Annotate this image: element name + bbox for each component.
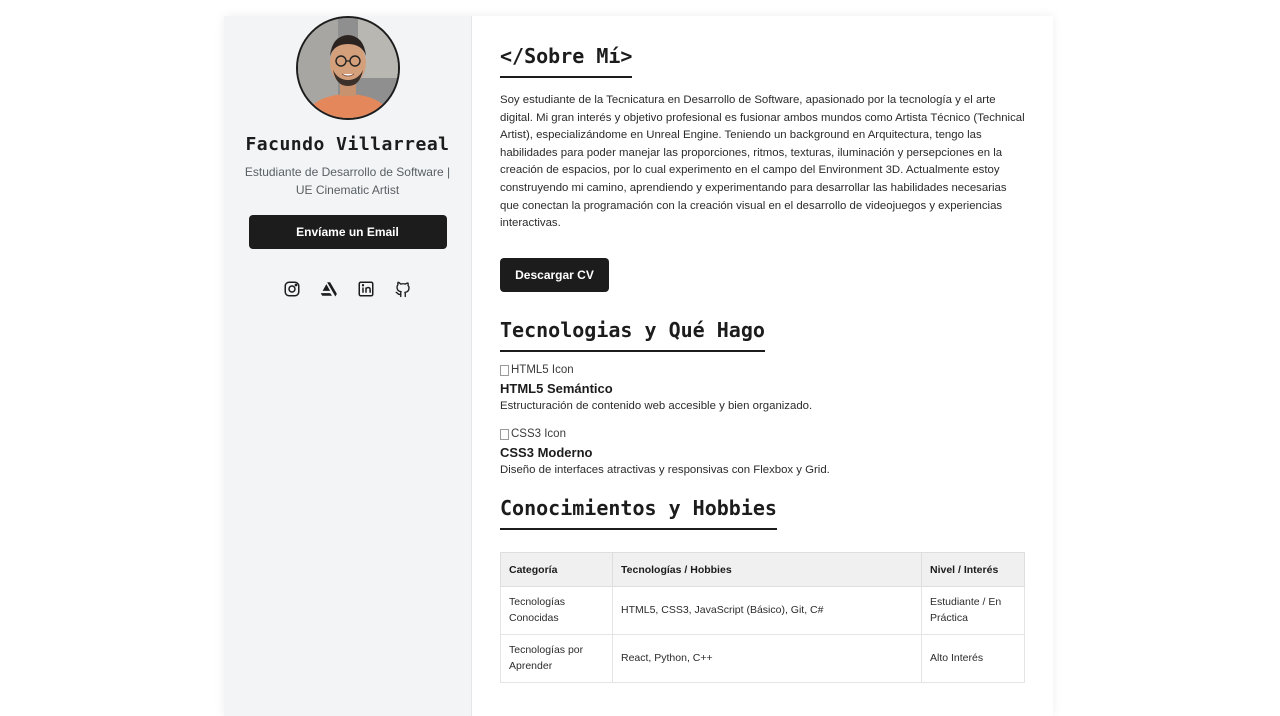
- knowledge-table: Categoría Tecnologías / Hobbies Nivel / …: [500, 552, 1025, 684]
- css3-icon-alt: CSS3 Icon: [511, 428, 566, 441]
- profile-name: Facundo Villarreal: [245, 134, 450, 155]
- html5-icon-alt: HTML5 Icon: [511, 364, 574, 377]
- profile-sidebar: Facundo Villarreal Estudiante de Desarro…: [224, 16, 472, 716]
- about-title: </Sobre Mí>: [500, 44, 633, 78]
- table-cell: HTML5, CSS3, JavaScript (Básico), Git, C…: [612, 586, 922, 636]
- avatar: [295, 16, 400, 120]
- knowledge-title: Conocimientos y Hobbies: [500, 496, 777, 531]
- github-icon[interactable]: [393, 279, 413, 299]
- tech-item-html5: HTML5 Icon HTML5 Semántico Estructuració…: [500, 364, 1025, 412]
- profile-role: Estudiante de Desarrollo de Software | U…: [244, 165, 451, 197]
- email-button[interactable]: Envíame un Email: [248, 215, 447, 249]
- table-row: Tecnologías por Aprender React, Python, …: [500, 634, 1025, 684]
- instagram-icon[interactable]: [282, 279, 302, 299]
- tech-desc: Diseño de interfaces atractivas y respon…: [500, 464, 830, 477]
- table-header-row: Categoría Tecnologías / Hobbies Nivel / …: [500, 552, 1025, 588]
- table-cell: React, Python, C++: [612, 634, 922, 684]
- social-links: [282, 279, 413, 299]
- table-row: Tecnologías Conocidas HTML5, CSS3, JavaS…: [500, 586, 1025, 636]
- tech-name: CSS3 Moderno: [500, 445, 593, 461]
- table-cell: Tecnologías por Aprender: [500, 634, 613, 684]
- about-section: </Sobre Mí> Soy estudiante de la Tecnica…: [500, 44, 1025, 293]
- download-cv-button[interactable]: Descargar CV: [500, 258, 609, 293]
- linkedin-icon[interactable]: [356, 279, 376, 299]
- tech-section: Tecnologias y Qué Hago HTML5 Icon HTML5 …: [500, 318, 1025, 476]
- about-text: Soy estudiante de la Tecnicatura en Desa…: [500, 94, 1025, 230]
- artstation-icon[interactable]: [319, 279, 339, 299]
- tech-name: HTML5 Semántico: [500, 381, 613, 397]
- main-content: </Sobre Mí> Soy estudiante de la Tecnica…: [472, 16, 1053, 716]
- tech-item-css3: CSS3 Icon CSS3 Moderno Diseño de interfa…: [500, 428, 1025, 476]
- broken-image-icon: [500, 428, 509, 440]
- table-header: Tecnologías / Hobbies: [612, 552, 922, 588]
- table-cell: Tecnologías Conocidas: [500, 586, 613, 636]
- avatar-photo: [297, 18, 398, 118]
- tech-desc: Estructuración de contenido web accesibl…: [500, 400, 813, 413]
- page-container: Facundo Villarreal Estudiante de Desarro…: [224, 16, 1053, 716]
- broken-image-icon: [500, 364, 509, 376]
- knowledge-section: Conocimientos y Hobbies Categoría Tecnol…: [500, 496, 1025, 684]
- table-cell: Estudiante / En Práctica: [921, 586, 1025, 636]
- table-cell: Alto Interés: [921, 634, 1025, 684]
- table-header: Categoría: [500, 552, 613, 588]
- css3-icon: CSS3 Icon: [500, 428, 1025, 440]
- table-header: Nivel / Interés: [921, 552, 1025, 588]
- tech-title: Tecnologias y Qué Hago: [500, 318, 765, 353]
- html5-icon: HTML5 Icon: [500, 364, 1025, 376]
